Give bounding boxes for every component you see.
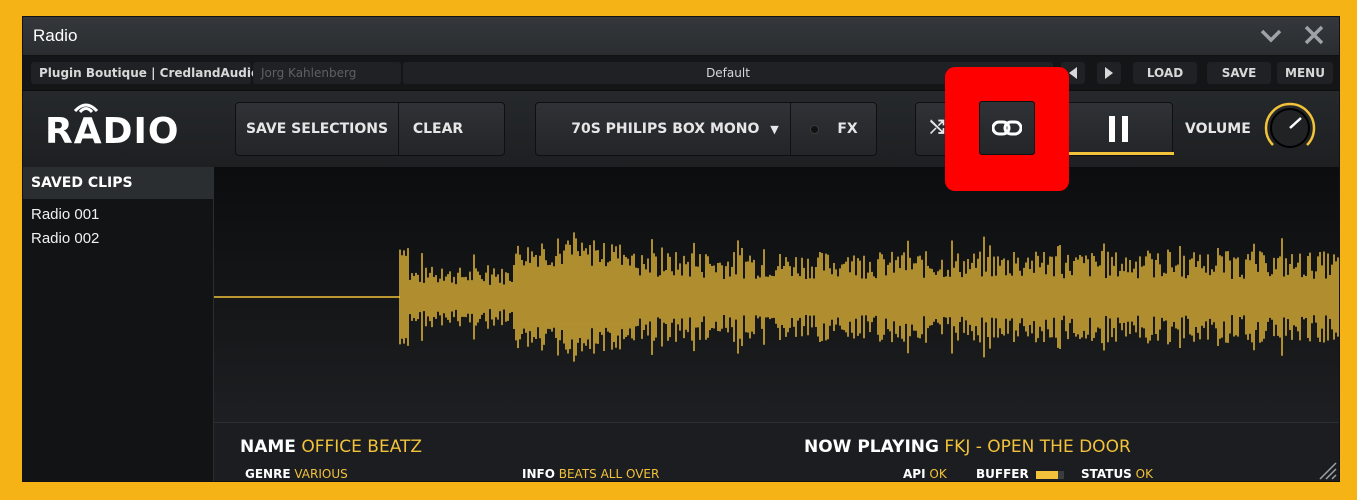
station-preset-dropdown[interactable]: 70S PHILIPS BOX MONO ▼ <box>564 103 786 156</box>
genre: GENRE VARIOUS <box>245 467 348 481</box>
menu-button[interactable]: MENU <box>1277 62 1333 84</box>
info-label: INFO <box>522 467 555 481</box>
chevron-down-icon[interactable] <box>1259 23 1283 52</box>
clip-actions-group: SAVE SELECTIONS CLEAR <box>235 102 505 156</box>
buffer-label: BUFFER <box>976 467 1029 481</box>
saved-clips-panel: SAVED CLIPS Radio 001 Radio 002 <box>23 167 214 481</box>
load-button[interactable]: LOAD <box>1133 62 1197 84</box>
window-title: Radio <box>33 26 78 45</box>
host-toolbar: Plugin Boutique | CredlandAudio Jorg Kah… <box>23 56 1339 91</box>
station-preset-value: 70S PHILIPS BOX MONO <box>571 121 760 137</box>
genre-label: GENRE <box>245 467 291 481</box>
vendor-label: Plugin Boutique | CredlandAudio <box>31 62 259 84</box>
author-label: Jorg Kahlenberg <box>253 62 401 84</box>
link-button[interactable] <box>979 101 1035 155</box>
api-status: API OK <box>903 467 947 481</box>
waveform-display[interactable] <box>214 167 1339 422</box>
station-info-panel: NAME OFFICE BEATZ NOW PLAYING FKJ - OPEN… <box>214 422 1339 481</box>
clear-button[interactable]: CLEAR <box>399 103 477 155</box>
now-playing: NOW PLAYING FKJ - OPEN THE DOOR <box>804 437 1131 457</box>
saved-clip-item[interactable]: Radio 002 <box>23 227 213 251</box>
caret-down-icon: ▼ <box>770 123 779 136</box>
fx-indicator-icon <box>810 124 820 134</box>
status-value: OK <box>1135 467 1153 481</box>
status-label: STATUS <box>1081 467 1132 481</box>
genre-value: VARIOUS <box>294 467 348 481</box>
close-icon[interactable] <box>1303 23 1325 52</box>
station-name: NAME OFFICE BEATZ <box>240 437 422 457</box>
saved-clips-header: SAVED CLIPS <box>23 167 213 199</box>
title-bar: Radio <box>23 17 1339 56</box>
api-label: API <box>903 467 926 481</box>
fx-button[interactable]: FX <box>791 103 877 155</box>
buffer-status: BUFFER <box>976 467 1064 481</box>
buffer-meter <box>1035 470 1064 479</box>
now-playing-label: NOW PLAYING <box>804 437 939 457</box>
saved-clip-item[interactable]: Radio 001 <box>23 203 213 227</box>
volume-label: VOLUME <box>1185 121 1251 137</box>
next-preset-icon[interactable] <box>1097 62 1121 84</box>
connection-status: STATUS OK <box>1081 467 1153 481</box>
save-selections-button[interactable]: SAVE SELECTIONS <box>236 103 398 155</box>
save-button[interactable]: SAVE <box>1207 62 1271 84</box>
link-icon <box>992 120 1022 136</box>
info: INFO BEATS ALL OVER <box>522 467 659 481</box>
radio-logo: RADIO <box>45 111 180 152</box>
audio-waveform <box>214 232 1339 362</box>
pause-icon <box>1109 116 1128 142</box>
info-value: BEATS ALL OVER <box>558 467 660 481</box>
name-label: NAME <box>240 437 296 457</box>
resize-grip-icon[interactable] <box>1315 458 1337 480</box>
playing-indicator <box>1064 152 1174 155</box>
radio-plugin-window: Radio Plugin Boutique | CredlandAudio Jo… <box>22 16 1340 482</box>
plugin-header: RADIO SAVE SELECTIONS CLEAR 70S PHILIPS … <box>23 91 1339 167</box>
pause-button[interactable] <box>1064 103 1174 155</box>
name-value: OFFICE BEATZ <box>301 437 423 457</box>
now-playing-value: FKJ - OPEN THE DOOR <box>944 437 1131 457</box>
volume-knob[interactable] <box>1261 99 1319 157</box>
station-group: 70S PHILIPS BOX MONO ▼ FX <box>535 102 877 156</box>
shuffle-icon[interactable]: ⤭ <box>930 102 944 154</box>
api-value: OK <box>929 467 947 481</box>
fx-label: FX <box>837 121 858 137</box>
